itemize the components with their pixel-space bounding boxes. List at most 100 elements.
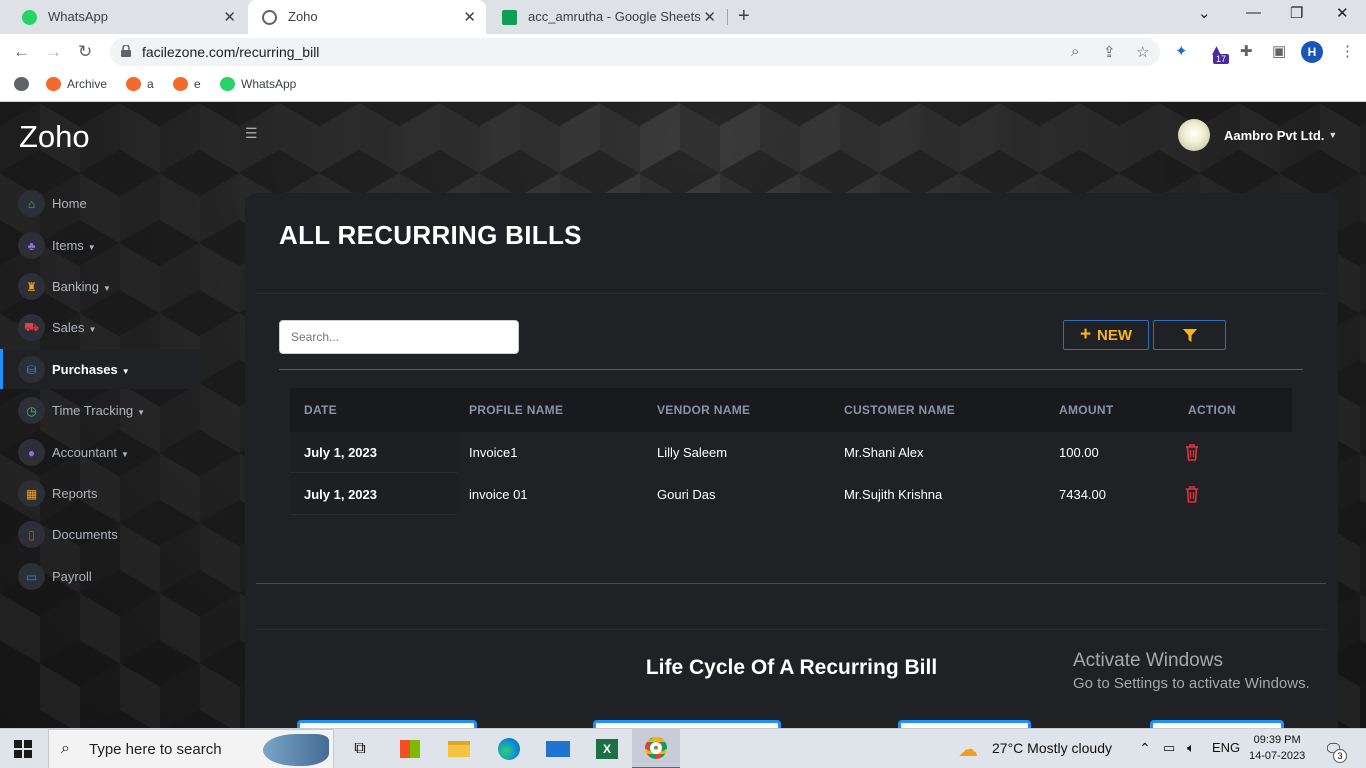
language-indicator[interactable]: ENG xyxy=(1212,740,1240,755)
bookmark-star-icon[interactable]: ☆ xyxy=(1136,43,1149,61)
side-panel-icon[interactable]: ▣ xyxy=(1272,42,1286,60)
windows-start-icon[interactable] xyxy=(14,740,32,758)
sidebar-item-label: Time Tracking ▼ xyxy=(52,403,146,418)
close-icon[interactable]: ✕ xyxy=(463,8,476,26)
watermark-line2: Go to Settings to activate Windows. xyxy=(1073,675,1310,692)
forward-arrow-icon[interactable]: → xyxy=(45,42,62,62)
sidebar-item-reports[interactable]: ▦ Reports xyxy=(0,473,200,513)
volume-icon[interactable]: 🔈︎ xyxy=(1187,740,1195,756)
show-hidden-icons-chevron-icon[interactable]: ⌃ xyxy=(1139,740,1151,757)
tab-label: WhatsApp xyxy=(48,9,108,24)
mail-icon[interactable] xyxy=(534,729,582,768)
divider xyxy=(256,583,1326,584)
tab-search-chevron-icon[interactable]: ⌄ xyxy=(1198,4,1211,22)
file-explorer-icon[interactable] xyxy=(435,729,483,768)
minimize-icon[interactable]: — xyxy=(1246,4,1261,21)
tab-label: Zoho xyxy=(288,9,318,24)
sidebar-item-home[interactable]: ⌂ Home xyxy=(0,183,200,223)
new-bill-button[interactable]: + NEW xyxy=(1063,320,1149,350)
sidebar-item-label: Accountant ▼ xyxy=(52,445,129,460)
edge-icon[interactable] xyxy=(485,729,533,768)
sidebar-item-sales[interactable]: ⛟ Sales ▼ xyxy=(0,307,200,347)
row-customer-name: Mr.Sujith Krishna xyxy=(844,487,943,502)
column-header-action: ACTION xyxy=(1188,403,1236,417)
lifecycle-step xyxy=(898,720,1031,728)
bookmark-logo-icon xyxy=(126,77,141,91)
row-customer-name: Mr.Shani Alex xyxy=(844,445,924,460)
app-viewport: Zoho ☰ Aambro Pvt Ltd. ▼ ⌂ Home ♣ Items ▼ ♜… xyxy=(0,103,1366,728)
caret-down-icon: ▼ xyxy=(137,408,146,417)
weather-icon[interactable]: ☁ xyxy=(958,737,978,762)
task-view-icon[interactable]: ⧉ xyxy=(336,729,384,768)
window-close-icon[interactable]: ✕ xyxy=(1336,4,1349,22)
extension-icon[interactable]: ✦ xyxy=(1175,42,1188,60)
trash-icon[interactable] xyxy=(1185,443,1199,461)
sidebar-item-accountant[interactable]: ● Accountant ▼ xyxy=(0,432,200,472)
row-profile-name[interactable]: invoice 01 xyxy=(469,487,528,502)
bookmark-label: e xyxy=(194,77,201,91)
money-icon: ▭ xyxy=(18,563,45,590)
row-date: July 1, 2023 xyxy=(304,487,377,502)
account-name: Aambro Pvt Ltd. xyxy=(1224,127,1325,143)
sidebar-item-items[interactable]: ♣ Items ▼ xyxy=(0,225,200,265)
basket-icon: ⛁ xyxy=(18,356,45,383)
row-vendor-name: Gouri Das xyxy=(657,487,716,502)
puzzle-icon[interactable]: ✚ xyxy=(1240,42,1253,60)
hamburger-menu-icon[interactable]: ☰ xyxy=(245,125,258,142)
lifecycle-step xyxy=(297,720,477,728)
back-arrow-icon[interactable]: ← xyxy=(13,42,30,62)
system-clock[interactable]: 09:39 PM 14-07-2023 xyxy=(1249,732,1305,764)
apps-icon[interactable] xyxy=(14,77,29,91)
column-header-vendor-name[interactable]: VENDOR NAME xyxy=(657,403,750,417)
bookmark-e[interactable]: e xyxy=(173,77,201,91)
sidebar-item-label: Home xyxy=(52,196,87,211)
share-icon[interactable]: ⇪ xyxy=(1103,43,1116,61)
trash-icon[interactable] xyxy=(1185,485,1199,503)
app-logo[interactable]: Zoho xyxy=(19,119,90,155)
tab-google-sheets[interactable]: acc_amrutha - Google Sheets ✕ xyxy=(488,0,726,34)
column-header-profile-name[interactable]: PROFILE NAME xyxy=(469,403,563,417)
new-tab-plus-icon[interactable]: + xyxy=(738,5,750,28)
chrome-icon[interactable] xyxy=(632,729,680,768)
column-header-customer-name[interactable]: CUSTOMER NAME xyxy=(844,403,955,417)
sidebar-item-banking[interactable]: ♜ Banking ▼ xyxy=(0,266,200,306)
search-input[interactable] xyxy=(279,320,519,354)
sidebar-item-time-tracking[interactable]: ◷ Time Tracking ▼ xyxy=(0,390,200,430)
table-row[interactable]: July 1, 2023 invoice 01 Gouri Das Mr.Suj… xyxy=(290,474,1292,516)
account-menu[interactable]: Aambro Pvt Ltd. ▼ xyxy=(1178,119,1337,151)
bookmark-whatsapp[interactable]: WhatsApp xyxy=(220,77,296,91)
close-icon[interactable]: ✕ xyxy=(223,8,236,26)
bookmark-archive[interactable]: Archive xyxy=(46,77,107,91)
battery-icon[interactable]: ▭ xyxy=(1163,740,1175,756)
sidebar-item-payroll[interactable]: ▭ Payroll xyxy=(0,556,200,596)
row-profile-name[interactable]: Invoice1 xyxy=(469,445,517,460)
bank-icon: ♜ xyxy=(18,273,45,300)
sidebar-item-label: Items ▼ xyxy=(52,238,96,253)
tab-zoho[interactable]: Zoho ✕ xyxy=(248,0,486,34)
caret-down-icon: ▼ xyxy=(121,450,129,459)
profile-avatar[interactable]: H xyxy=(1301,41,1323,63)
excel-icon[interactable]: X xyxy=(583,729,631,768)
sidebar-item-documents[interactable]: ▯ Documents xyxy=(0,514,200,554)
weather-text[interactable]: 27°C Mostly cloudy xyxy=(992,740,1112,756)
bookmark-a[interactable]: a xyxy=(126,77,154,91)
store-icon[interactable] xyxy=(386,729,434,768)
sidebar-item-purchases[interactable]: ⛁ Purchases ▼ xyxy=(0,349,200,389)
whale-shark-search-art xyxy=(263,734,329,766)
sidebar-item-label: Documents xyxy=(52,527,118,542)
menu-dots-icon[interactable]: ⋮ xyxy=(1340,42,1355,60)
column-header-amount[interactable]: AMOUNT xyxy=(1059,403,1113,417)
table-row[interactable]: July 1, 2023 Invoice1 Lilly Saleem Mr.Sh… xyxy=(290,432,1292,474)
reload-icon[interactable]: ↻ xyxy=(78,42,92,62)
restore-icon[interactable]: ❐ xyxy=(1290,4,1303,22)
bookmark-logo-icon xyxy=(173,77,188,91)
tab-whatsapp[interactable]: WhatsApp ✕ xyxy=(8,0,246,34)
close-icon[interactable]: ✕ xyxy=(703,8,716,26)
taskbar-search-box[interactable]: ⌕ Type here to search xyxy=(48,729,334,768)
watermark-line1: Activate Windows xyxy=(1073,650,1223,671)
cart-icon: ⛟ xyxy=(18,314,45,341)
column-header-date[interactable]: DATE xyxy=(304,403,337,417)
zoom-icon[interactable]: ⌕ xyxy=(1071,43,1079,60)
address-bar[interactable]: facilezone.com/recurring_bill ⌕ ⇪ ☆ xyxy=(110,38,1160,66)
filter-button[interactable] xyxy=(1153,320,1226,350)
